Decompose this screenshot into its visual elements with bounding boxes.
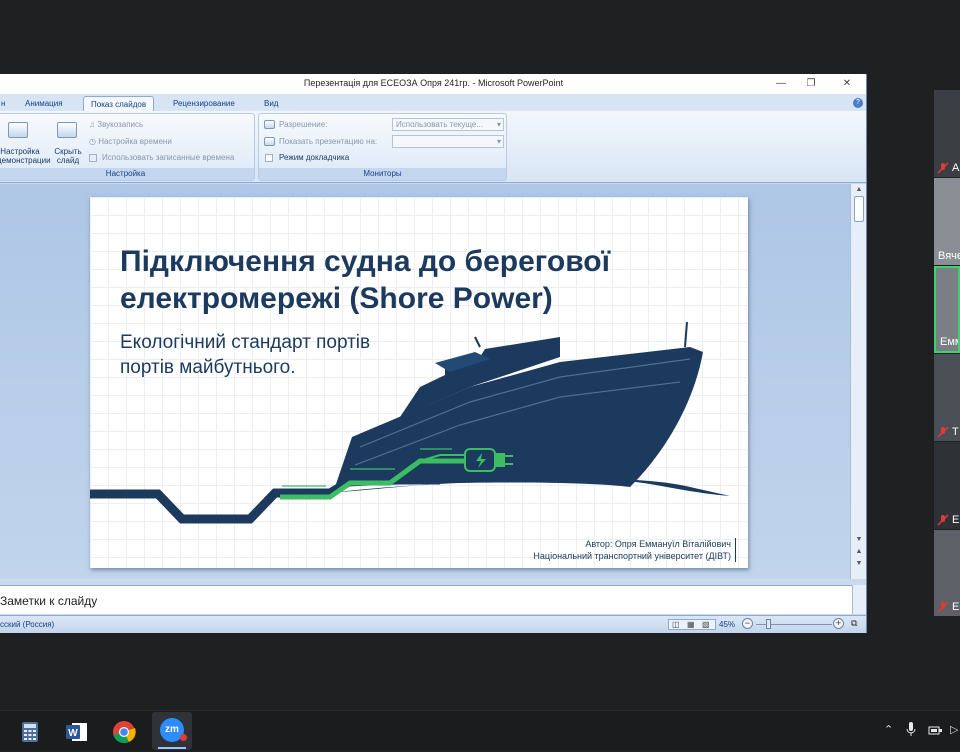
chevron-down-icon: ▾ (496, 137, 501, 146)
ship-mast (684, 321, 688, 348)
participants-panel: А Вяче Емм Т Е Е (934, 90, 960, 616)
resolution-icon (264, 120, 275, 129)
show-on-select[interactable]: ▾ (392, 135, 504, 148)
microphone-icon[interactable] (906, 721, 916, 737)
ribbon-tabs: н Анимация Показ слайдов Рецензирование … (0, 95, 866, 111)
word-icon[interactable]: W (62, 717, 92, 747)
participant-tile[interactable]: Вяче (934, 178, 960, 265)
tab-animation[interactable]: Анимация (18, 96, 70, 111)
setup-show-button[interactable]: Настройка демонстрации (0, 147, 51, 165)
muted-mic-icon (937, 426, 949, 438)
ribbon-group-setup: Настройка демонстрации Скрыть слайд ♫ Зв… (0, 113, 255, 181)
tab-slideshow[interactable]: Показ слайдов (83, 96, 155, 111)
language-indicator[interactable]: сский (Россия) (0, 620, 54, 629)
resolution-label: Разрешение: (279, 120, 328, 129)
participant-name: Емм (940, 336, 958, 348)
zoom-app-button[interactable]: zm (152, 712, 192, 750)
view-buttons[interactable]: ◫ ▦ ▧ (668, 619, 716, 630)
next-slide-icon[interactable]: ▼ (853, 560, 865, 567)
fit-to-window-icon[interactable]: ⧉ (851, 618, 857, 629)
monitors-group-label: Мониторы (259, 168, 506, 180)
use-timings-checkbox[interactable] (89, 154, 97, 162)
participant-name: Т (952, 426, 959, 438)
close-icon[interactable]: ✕ (836, 76, 858, 92)
participant-tile[interactable]: Т (934, 354, 960, 441)
restore-icon[interactable]: ❐ (800, 76, 822, 92)
slide-author: Автор: Опря Еммануїл Віталійович Націона… (533, 538, 736, 562)
tab-review[interactable]: Рецензирование (166, 96, 242, 111)
muted-mic-icon (937, 162, 949, 174)
scroll-thumb[interactable] (854, 196, 864, 222)
chevron-down-icon: ▾ (496, 120, 501, 129)
zoom-slider-thumb[interactable] (766, 619, 771, 629)
notes-scrollbar[interactable] (852, 585, 866, 614)
rehearse-timings-button[interactable]: ◷ Настройка времени (89, 137, 172, 146)
prev-slide-icon[interactable]: ▲ (853, 548, 865, 555)
plug-head (495, 453, 505, 467)
record-narration-label: Звукозапись (97, 120, 144, 129)
ship-illustration (90, 321, 730, 524)
setup-show-icon[interactable] (8, 122, 28, 138)
active-indicator (158, 747, 186, 749)
muted-mic-icon (937, 514, 949, 526)
notes-pane[interactable]: Заметки к слайду (0, 585, 852, 614)
slide-canvas[interactable]: Підключення судна до берегової електроме… (90, 197, 748, 568)
minimize-icon[interactable]: — (770, 76, 792, 92)
status-bar: сский (Россия) ◫ ▦ ▧ 45% − + ⧉ (0, 615, 866, 633)
vertical-scrollbar[interactable]: ▲ ▼ ▲ ▼ (850, 184, 866, 579)
participant-tile[interactable]: А (934, 90, 960, 177)
tab-design-partial[interactable]: н (0, 96, 12, 111)
chrome-icon[interactable] (109, 717, 139, 747)
slide-editing-area: Підключення судна до берегової електроме… (0, 184, 850, 579)
resolution-select[interactable]: Использовать текуще... ▾ (392, 118, 504, 131)
participant-tile-active-speaker[interactable]: Емм (934, 266, 960, 353)
hide-slide-icon[interactable] (57, 122, 77, 138)
normal-view-icon[interactable]: ◫ (672, 620, 680, 629)
presenter-view-label: Режим докладчика (279, 153, 350, 162)
window-title: Перезентація для ЕСЕОЗА Опря 241гр. - Mi… (303, 78, 564, 88)
use-timings-label: Использовать записанные времена (102, 153, 235, 162)
calculator-icon[interactable] (15, 717, 45, 747)
zoom-out-icon[interactable]: − (742, 618, 753, 629)
powerpoint-window: Перезентація для ЕСЕОЗА Опря 241гр. - Mi… (0, 74, 867, 633)
resolution-value: Использовать текуще... (396, 120, 483, 129)
chevron-up-icon[interactable]: ⌃ (884, 723, 893, 736)
hide-slide-button[interactable]: Скрыть слайд (53, 147, 83, 165)
zoom-in-icon[interactable]: + (833, 618, 844, 629)
scroll-down-icon[interactable]: ▼ (853, 536, 865, 543)
help-icon[interactable]: ? (853, 98, 863, 108)
ribbon: Настройка демонстрации Скрыть слайд ♫ Зв… (0, 111, 866, 183)
taskbar: W zm ⌃ ▷ (0, 710, 960, 750)
notification-dot (180, 734, 187, 741)
svg-text:W: W (68, 728, 78, 739)
participant-name: Е (952, 514, 960, 526)
show-on-label: Показать презентацию на: (279, 137, 378, 146)
notes-placeholder: Заметки к слайду (0, 594, 98, 608)
ship-antenna (474, 336, 481, 348)
participant-tile[interactable]: Е (934, 530, 960, 616)
network-icon[interactable] (928, 723, 944, 735)
participant-name: Вяче (938, 250, 960, 262)
author-name: Автор: Опря Еммануїл Віталійович (585, 539, 731, 549)
rehearse-timings-label: Настройка времени (98, 137, 172, 146)
record-narration-button[interactable]: ♫ Звукозапись (89, 120, 143, 129)
author-university: Національний транспортний університет (Д… (533, 551, 731, 561)
setup-group-label: Настройка (0, 168, 254, 180)
ribbon-group-monitors: Разрешение: Использовать текуще... ▾ Пока… (258, 113, 507, 181)
navy-power-line (90, 475, 440, 524)
scroll-up-icon[interactable]: ▲ (853, 186, 865, 194)
title-bar: Перезентація для ЕСЕОЗА Опря 241гр. - Mi… (0, 74, 866, 95)
volume-icon[interactable]: ▷ (950, 723, 958, 736)
monitor-icon (264, 137, 275, 146)
tab-view[interactable]: Вид (257, 96, 285, 111)
sorter-view-icon[interactable]: ▦ (687, 620, 695, 629)
participant-tile[interactable]: Е (934, 442, 960, 529)
slideshow-view-icon[interactable]: ▧ (702, 620, 710, 629)
participant-name: Е (952, 601, 960, 613)
muted-mic-icon (937, 601, 949, 613)
zoom-level[interactable]: 45% (719, 620, 735, 629)
presenter-view-checkbox[interactable] (265, 154, 273, 162)
participant-name: А (952, 162, 960, 174)
